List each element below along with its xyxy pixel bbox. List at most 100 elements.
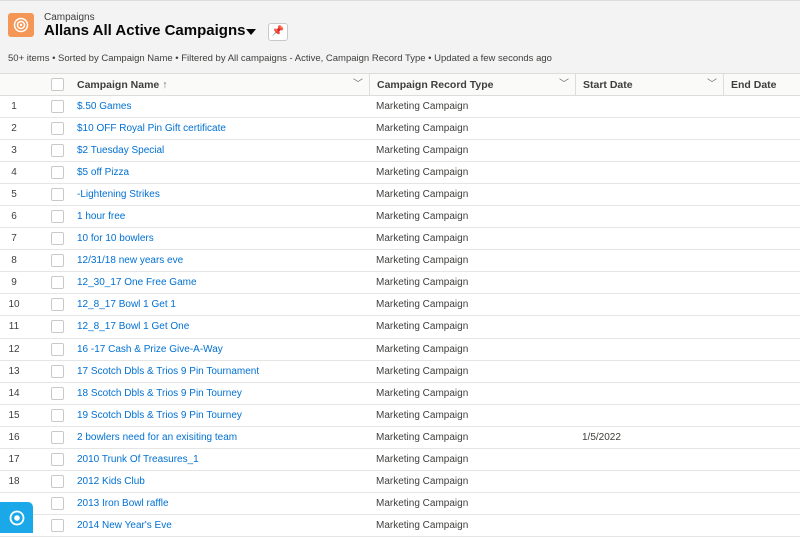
row-number: 14 — [8, 387, 20, 399]
table-row: 17 2010 Trunk Of Treasures_1 Marketing C… — [0, 448, 800, 471]
row-number: 3 — [11, 145, 17, 157]
row-number: 4 — [11, 167, 17, 179]
table-row: 2014 New Year's Eve Marketing Campaign — [0, 514, 800, 537]
row-checkbox[interactable] — [51, 298, 64, 312]
list-view-title[interactable]: Allans All Active Campaigns — [44, 22, 245, 39]
campaign-name-link[interactable]: 17 Scotch Dbls & Trios 9 Pin Tournament — [77, 366, 259, 377]
utility-bar-button[interactable] — [0, 502, 33, 533]
campaign-name-link[interactable]: 19 Scotch Dbls & Trios 9 Pin Tourney — [77, 410, 242, 421]
record-type-cell: Marketing Campaign — [376, 321, 469, 333]
campaign-name-link[interactable]: 10 for 10 bowlers — [77, 233, 154, 244]
row-checkbox[interactable] — [51, 386, 64, 400]
row-checkbox[interactable] — [51, 518, 64, 532]
campaign-name-link[interactable]: 12_30_17 One Free Game — [77, 277, 197, 288]
sort-ascending-icon: ↑ — [162, 79, 168, 91]
table-header: Campaign Name ↑ ﹀ Campaign Record Type ﹀ S… — [0, 73, 800, 96]
row-number: 18 — [8, 475, 20, 487]
campaign-name-link[interactable]: 2010 Trunk Of Treasures_1 — [77, 454, 199, 465]
column-header-record-type[interactable]: Campaign Record Type ﹀ — [369, 74, 575, 96]
row-checkbox[interactable] — [51, 188, 64, 202]
start-date-cell: 1/5/2022 — [582, 431, 621, 443]
table-row: 11 12_8_17 Bowl 1 Get One Marketing Camp… — [0, 316, 800, 339]
row-checkbox[interactable] — [51, 276, 64, 290]
campaign-name-link[interactable]: 2012 Kids Club — [77, 476, 145, 487]
table-row: 3 $2 Tuesday Special Marketing Campaign — [0, 140, 800, 163]
list-view-dropdown-icon[interactable] — [246, 29, 256, 35]
chevron-down-icon[interactable]: ﹀ — [707, 74, 717, 96]
column-label: Campaign Record Type — [377, 79, 494, 91]
select-all-checkbox[interactable] — [51, 78, 64, 91]
column-header-campaign-name[interactable]: Campaign Name ↑ ﹀ — [70, 74, 369, 96]
pin-list-view-button[interactable]: 📌 — [268, 23, 288, 41]
row-checkbox[interactable] — [51, 342, 64, 356]
column-header-start-date[interactable]: Start Date ﹀ — [575, 74, 723, 96]
row-checkbox[interactable] — [51, 430, 64, 444]
chevron-down-icon[interactable]: ﹀ — [353, 74, 363, 96]
pin-icon: 📌 — [271, 26, 285, 37]
campaign-name-link[interactable]: -Lightening Strikes — [77, 189, 160, 200]
row-checkbox[interactable] — [51, 408, 64, 422]
row-checkbox[interactable] — [51, 122, 64, 136]
row-checkbox[interactable] — [51, 232, 64, 246]
campaign-name-link[interactable]: 2 bowlers need for an exisiting team — [77, 432, 237, 443]
campaign-name-link[interactable]: $10 OFF Royal Pin Gift certificate — [77, 123, 226, 134]
table-row: 4 $5 off Pizza Marketing Campaign — [0, 162, 800, 185]
record-type-cell: Marketing Campaign — [376, 497, 469, 509]
table-row: 15 19 Scotch Dbls & Trios 9 Pin Tourney … — [0, 404, 800, 427]
column-label: Start Date — [583, 79, 633, 91]
record-type-cell: Marketing Campaign — [376, 211, 469, 223]
column-label: Campaign Name — [77, 79, 160, 91]
record-type-cell: Marketing Campaign — [376, 387, 469, 399]
record-type-cell: Marketing Campaign — [376, 145, 469, 157]
campaign-name-link[interactable]: 12_8_17 Bowl 1 Get One — [77, 321, 189, 332]
campaign-name-link[interactable]: 2014 New Year's Eve — [77, 520, 172, 531]
record-type-cell: Marketing Campaign — [376, 409, 469, 421]
campaign-name-link[interactable]: $.50 Games — [77, 101, 131, 112]
row-checkbox[interactable] — [51, 166, 64, 180]
campaign-name-link[interactable]: 16 -17 Cash & Prize Give-A-Way — [77, 344, 223, 355]
row-number: 1 — [11, 101, 17, 112]
row-number: 2 — [11, 123, 17, 135]
record-type-cell: Marketing Campaign — [376, 101, 469, 112]
row-number: 15 — [8, 409, 20, 421]
row-number: 12 — [8, 343, 20, 355]
record-type-cell: Marketing Campaign — [376, 431, 469, 443]
campaign-name-link[interactable]: 18 Scotch Dbls & Trios 9 Pin Tourney — [77, 388, 242, 399]
table-row: 18 2012 Kids Club Marketing Campaign — [0, 470, 800, 493]
campaign-name-link[interactable]: $5 off Pizza — [77, 167, 129, 178]
row-checkbox[interactable] — [51, 496, 64, 510]
row-checkbox[interactable] — [51, 474, 64, 488]
campaigns-target-icon — [8, 13, 34, 37]
table-row: 16 2 bowlers need for an exisiting team … — [0, 426, 800, 449]
table-row: 5 -Lightening Strikes Marketing Campaign — [0, 184, 800, 207]
chevron-down-icon[interactable]: ﹀ — [559, 74, 569, 96]
table-row: 13 17 Scotch Dbls & Trios 9 Pin Tourname… — [0, 360, 800, 383]
record-type-cell: Marketing Campaign — [376, 277, 469, 289]
table-row: 12 16 -17 Cash & Prize Give-A-Way Market… — [0, 338, 800, 361]
table-row: 6 1 hour free Marketing Campaign — [0, 206, 800, 229]
row-number: 5 — [11, 189, 17, 201]
row-checkbox[interactable] — [51, 364, 64, 378]
table-row: 10 12_8_17 Bowl 1 Get 1 Marketing Campai… — [0, 294, 800, 317]
row-number: 9 — [11, 277, 17, 289]
row-number: 13 — [8, 365, 20, 377]
record-type-cell: Marketing Campaign — [376, 343, 469, 355]
table-row: 9 12_30_17 One Free Game Marketing Campa… — [0, 272, 800, 295]
campaign-name-link[interactable]: 12/31/18 new years eve — [77, 255, 183, 266]
record-type-cell: Marketing Campaign — [376, 519, 469, 531]
campaign-name-link[interactable]: $2 Tuesday Special — [77, 145, 164, 156]
column-header-end-date[interactable]: End Date — [723, 74, 800, 96]
row-number: 6 — [11, 211, 17, 223]
row-number: 11 — [8, 321, 20, 333]
row-checkbox[interactable] — [51, 452, 64, 466]
row-checkbox[interactable] — [51, 210, 64, 224]
row-checkbox[interactable] — [51, 144, 64, 158]
campaign-name-link[interactable]: 2013 Iron Bowl raffle — [77, 498, 169, 509]
record-type-cell: Marketing Campaign — [376, 233, 469, 245]
row-checkbox[interactable] — [51, 100, 64, 113]
campaign-name-link[interactable]: 12_8_17 Bowl 1 Get 1 — [77, 299, 176, 310]
row-checkbox[interactable] — [51, 254, 64, 268]
campaign-name-link[interactable]: 1 hour free — [77, 211, 125, 222]
row-number: 17 — [8, 453, 20, 465]
row-checkbox[interactable] — [51, 320, 64, 334]
